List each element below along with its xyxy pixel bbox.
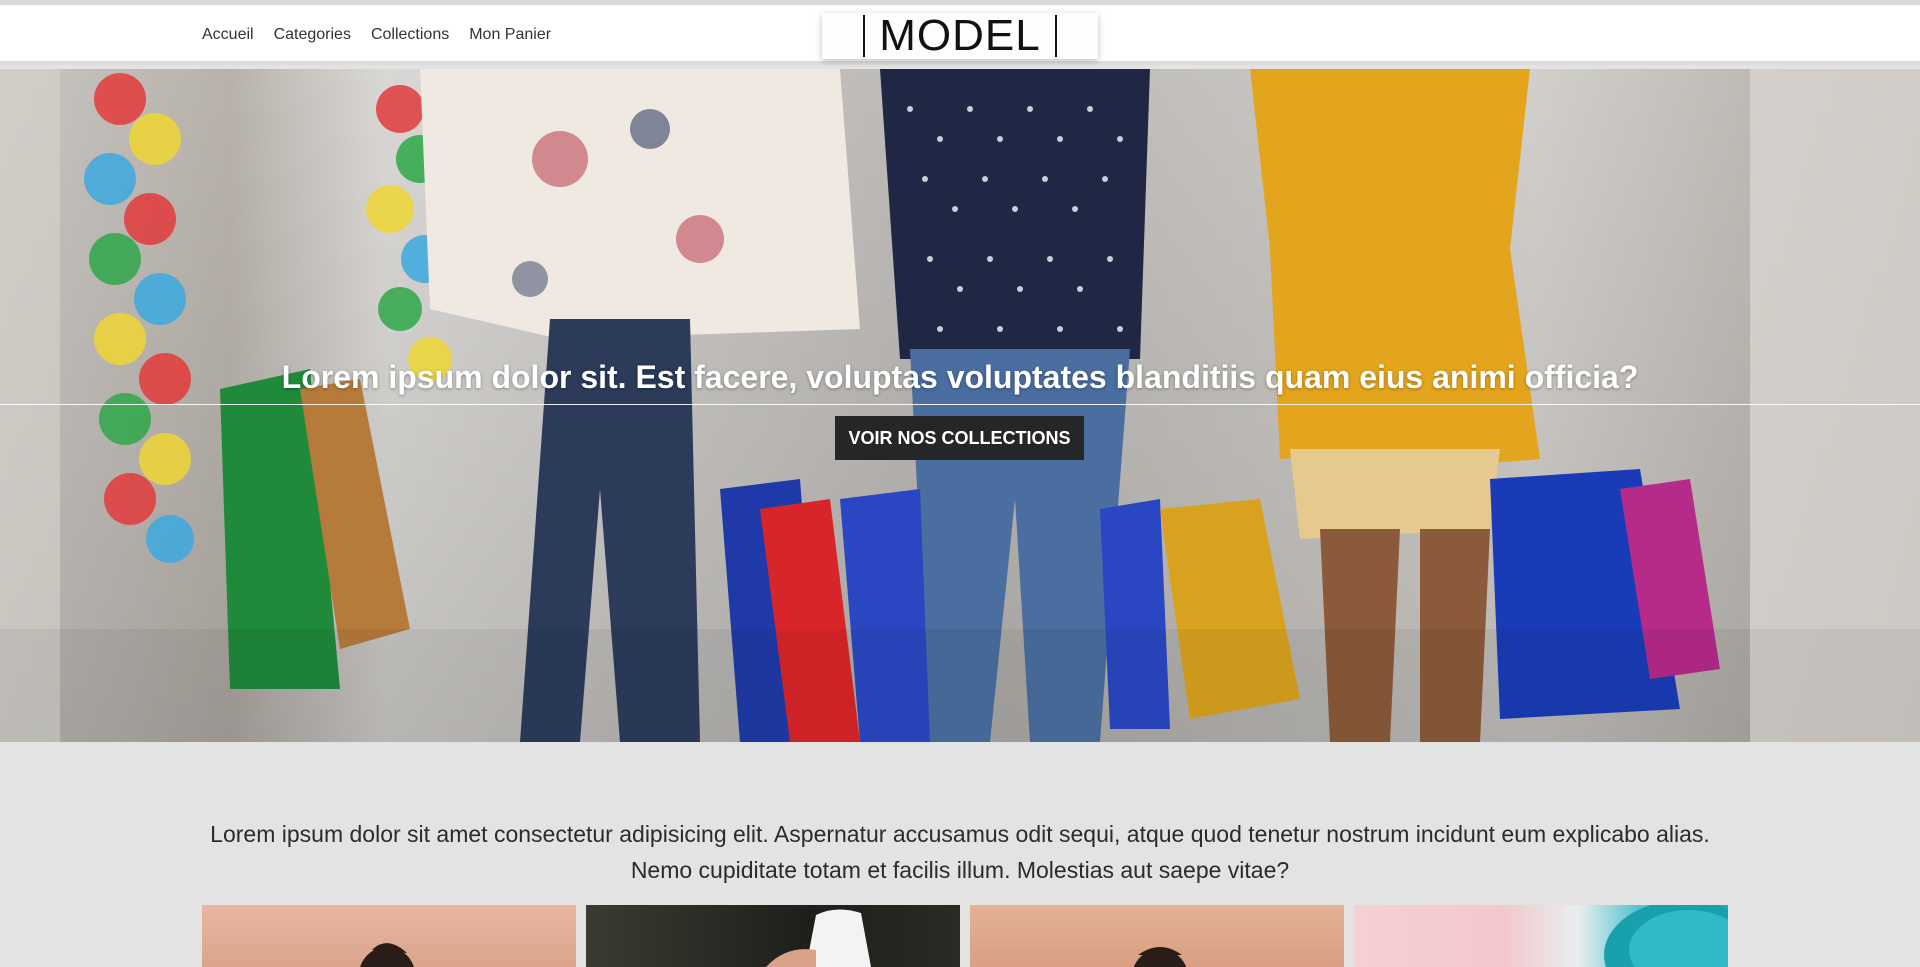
logo-text: MODEL	[863, 14, 1057, 58]
intro-text: Lorem ipsum dolor sit amet consectetur a…	[210, 821, 1710, 883]
product-image	[766, 909, 871, 967]
product-card[interactable]	[970, 905, 1344, 967]
hero-divider	[0, 404, 1920, 405]
nav-item-categories[interactable]: Categories	[274, 26, 351, 44]
main-nav: Accueil Categories Collections Mon Panie…	[202, 26, 551, 44]
nav-item-accueil[interactable]: Accueil	[202, 26, 254, 44]
hero-banner: Lorem ipsum dolor sit. Est facere, volup…	[0, 69, 1920, 742]
hero-image	[0, 69, 1920, 742]
view-collections-button[interactable]: VOIR NOS COLLECTIONS	[835, 416, 1084, 460]
product-card[interactable]	[202, 905, 576, 967]
site-header: Accueil Categories Collections Mon Panie…	[0, 5, 1920, 65]
nav-item-mon-panier[interactable]: Mon Panier	[469, 26, 551, 44]
product-grid	[202, 905, 1728, 967]
product-card[interactable]	[586, 905, 960, 967]
product-image	[360, 943, 414, 967]
product-image	[1604, 905, 1728, 967]
logo[interactable]: MODEL	[822, 13, 1098, 59]
product-image	[1133, 947, 1187, 967]
product-card[interactable]	[1354, 905, 1728, 967]
hero-title: Lorem ipsum dolor sit. Est facere, volup…	[281, 359, 1639, 395]
nav-item-collections[interactable]: Collections	[371, 26, 449, 44]
